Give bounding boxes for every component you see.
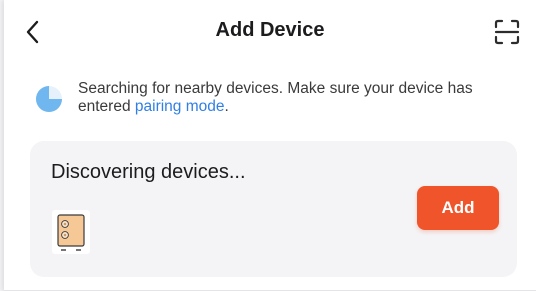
chevron-left-icon	[26, 20, 39, 44]
nav-bar: Add Device	[4, 0, 536, 64]
scan-button[interactable]	[492, 17, 522, 47]
add-button[interactable]: Add	[417, 186, 499, 230]
discovered-device-card: Discovering devices... Add	[30, 141, 517, 277]
page-title: Add Device	[215, 19, 325, 41]
app-screen: Add Device Searching for nearby devices.…	[4, 0, 536, 291]
search-hint-suffix: .	[224, 98, 229, 115]
search-hint-text: Searching for nearby devices. Make sure …	[78, 80, 506, 116]
back-button[interactable]	[20, 16, 48, 48]
search-status: Searching for nearby devices. Make sure …	[30, 80, 506, 120]
spinner-icon	[36, 86, 62, 112]
scan-frame-icon	[494, 19, 520, 45]
discovering-title: Discovering devices...	[51, 161, 246, 183]
wall-switch-device-icon[interactable]	[51, 209, 91, 255]
pairing-mode-link[interactable]: pairing mode	[135, 98, 225, 115]
